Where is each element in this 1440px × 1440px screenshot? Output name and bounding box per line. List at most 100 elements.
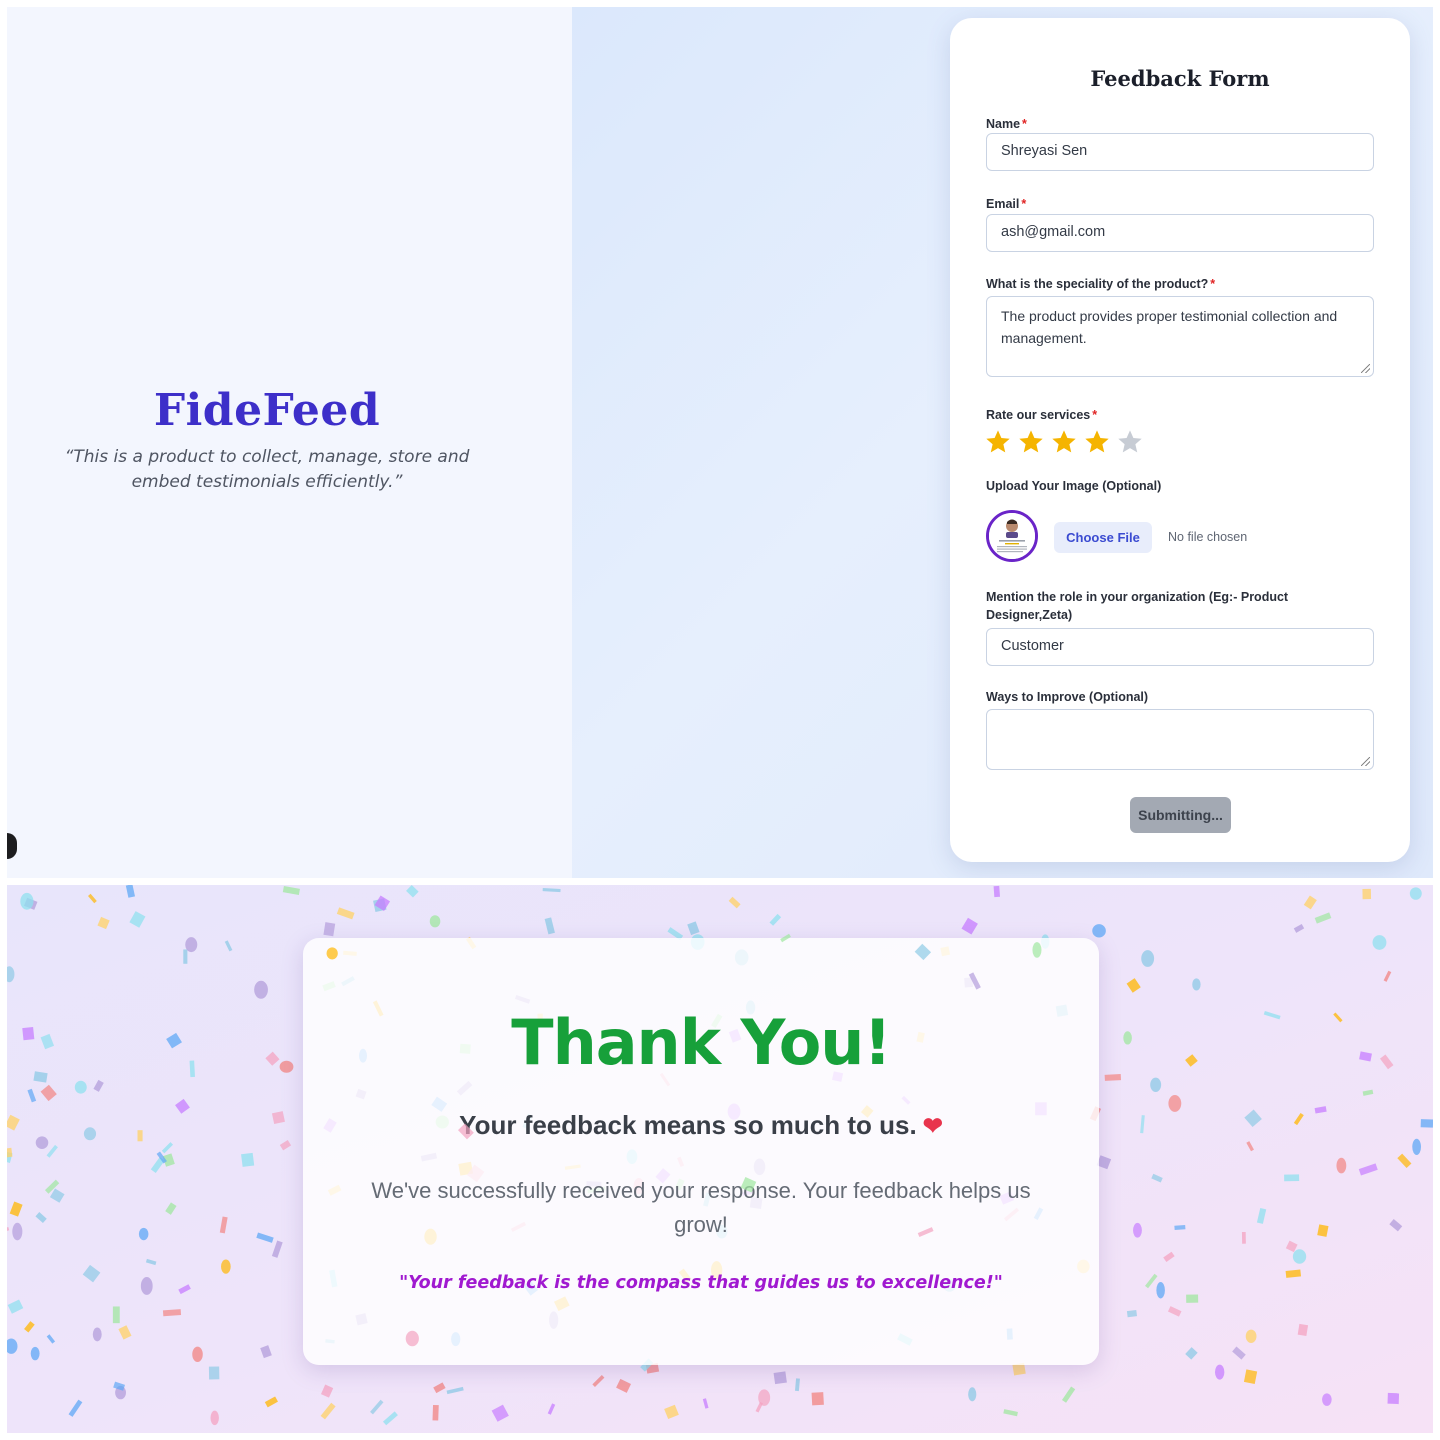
confetti-piece: [1185, 1054, 1198, 1067]
confetti-piece: [161, 1142, 174, 1154]
feedback-form-screen: FideFeed “This is a product to collect, …: [7, 7, 1433, 878]
confetti-piece: [140, 1277, 153, 1295]
required-mark: *: [1021, 197, 1027, 211]
star-icon[interactable]: [1083, 428, 1111, 456]
confetti-piece: [336, 907, 355, 920]
confetti-piece: [794, 1378, 800, 1392]
speciality-textarea[interactable]: The product provides proper testimonial …: [986, 296, 1374, 377]
name-label: Name *: [986, 117, 1027, 131]
required-mark: *: [1092, 408, 1098, 422]
confetti-piece: [382, 1411, 398, 1426]
confetti-piece: [1297, 1323, 1309, 1337]
confetti-piece: [773, 1371, 787, 1385]
confetti-piece: [406, 885, 419, 898]
confetti-piece: [1241, 1231, 1246, 1244]
confetti-piece: [544, 917, 555, 935]
confetti-piece: [446, 1386, 464, 1395]
name-input[interactable]: Shreyasi Sen: [986, 133, 1374, 171]
thank-you-message: We've successfully received your respons…: [371, 1178, 1031, 1237]
star-rating[interactable]: [984, 428, 1144, 456]
confetti-piece: [1156, 1281, 1165, 1299]
confetti-piece: [162, 1153, 175, 1167]
thank-you-quote: "Your feedback is the compass that guide…: [399, 1273, 1003, 1293]
required-mark: *: [1210, 277, 1216, 291]
confetti-piece: [189, 1060, 195, 1078]
confetti-piece: [7, 1226, 10, 1234]
confetti-piece: [93, 1079, 104, 1092]
resize-handle-icon[interactable]: [1361, 364, 1370, 373]
star-icon[interactable]: [1050, 428, 1078, 456]
confetti-piece: [592, 1374, 605, 1388]
confetti-piece: [7, 1147, 13, 1159]
brand-panel: FideFeed “This is a product to collect, …: [7, 7, 572, 878]
confetti-piece: [271, 1240, 283, 1258]
thank-you-screen: Thank You! Your feedback means so much t…: [7, 885, 1433, 1433]
confetti-piece: [24, 1321, 35, 1333]
confetti-piece: [260, 1345, 272, 1359]
confetti-piece: [616, 1378, 631, 1393]
confetti-piece: [687, 921, 700, 936]
confetti-piece: [7, 1299, 24, 1314]
confetti-piece: [185, 937, 198, 953]
confetti-piece: [432, 1404, 439, 1421]
speciality-label: What is the speciality of the product? *: [986, 277, 1216, 291]
confetti-piece: [1256, 1208, 1267, 1224]
confetti-piece: [1061, 1386, 1076, 1403]
star-icon[interactable]: [1116, 428, 1144, 456]
email-input[interactable]: ash@gmail.com: [986, 214, 1374, 252]
confetti-piece: [755, 1401, 764, 1413]
star-icon[interactable]: [984, 428, 1012, 456]
resize-handle-icon[interactable]: [1361, 757, 1370, 766]
submit-button[interactable]: Submitting...: [1130, 797, 1231, 833]
confetti-piece: [35, 1136, 49, 1149]
confetti-piece: [118, 1325, 132, 1340]
confetti-piece: [1263, 1011, 1281, 1020]
confetti-piece: [1359, 1051, 1372, 1062]
confetti-piece: [264, 1396, 278, 1408]
thank-you-title: Thank You!: [511, 1006, 891, 1079]
confetti-piece: [150, 1157, 165, 1173]
confetti-piece: [1362, 888, 1372, 900]
role-input[interactable]: Customer: [986, 628, 1374, 666]
improve-textarea[interactable]: [986, 709, 1374, 770]
star-icon[interactable]: [1017, 428, 1045, 456]
confetti-piece: [542, 888, 561, 893]
confetti-piece: [1362, 1089, 1374, 1096]
confetti-piece: [1092, 924, 1106, 938]
confetti-piece: [1420, 1119, 1433, 1128]
choose-file-button[interactable]: Choose File: [1054, 522, 1152, 553]
confetti-piece: [145, 1258, 157, 1266]
brand-logo: FideFeed: [153, 385, 381, 436]
avatar-preview: [986, 510, 1038, 562]
confetti-piece: [1214, 1364, 1225, 1380]
confetti-piece: [20, 892, 34, 910]
rating-label: Rate our services *: [986, 408, 1098, 422]
confetti-piece: [166, 1032, 182, 1049]
confetti-piece: [46, 1334, 56, 1344]
feedback-form-card: Feedback Form Name * Shreyasi Sen Email * …: [950, 18, 1410, 862]
confetti-piece: [961, 917, 978, 935]
file-status: No file chosen: [1168, 530, 1248, 544]
confetti-piece: [1389, 1219, 1403, 1232]
confetti-piece: [1150, 1077, 1162, 1092]
confetti-piece: [429, 915, 441, 928]
confetti-piece: [35, 1212, 47, 1224]
confetti-piece: [1285, 1269, 1302, 1278]
confetti-piece: [30, 1346, 40, 1361]
confetti-piece: [1383, 970, 1392, 982]
testimonial-thumbnail-icon: [989, 513, 1035, 559]
email-label: Email *: [986, 197, 1027, 211]
confetti-piece: [7, 1114, 20, 1131]
confetti-piece: [320, 1402, 336, 1420]
confetti-piece: [1245, 1329, 1257, 1343]
heart-icon: ❤: [922, 1113, 943, 1140]
confetti-piece: [1185, 1347, 1198, 1360]
required-mark: *: [1022, 117, 1027, 131]
confetti-piece: [165, 1202, 177, 1215]
confetti-piece: [7, 1338, 18, 1354]
confetti-piece: [74, 1080, 87, 1094]
side-handle[interactable]: [7, 833, 17, 859]
confetti-piece: [1412, 1138, 1421, 1156]
confetti-piece: [22, 1027, 35, 1041]
confetti-piece: [702, 1398, 709, 1409]
